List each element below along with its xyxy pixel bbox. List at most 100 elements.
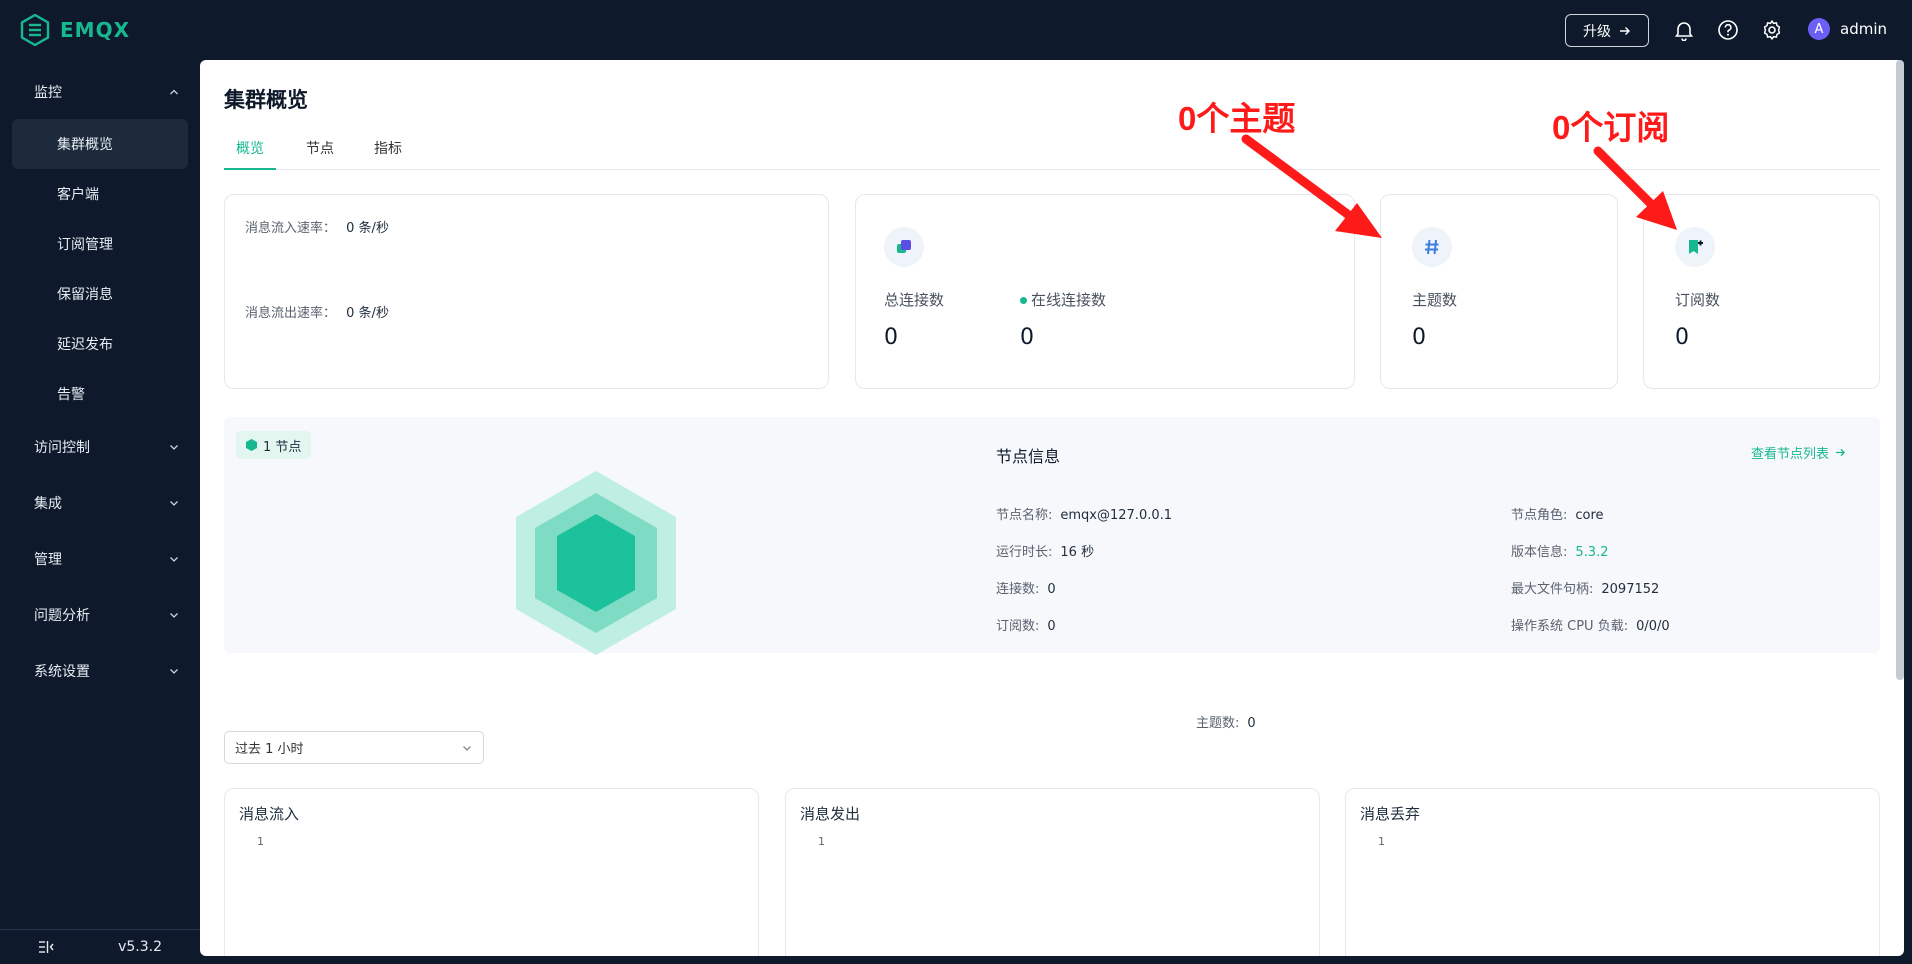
node-role-label: 节点角色: [1511, 508, 1568, 523]
nav-group-label: 系统设置 [34, 664, 90, 680]
emqx-logo-icon [20, 14, 50, 46]
sidebar-item-label: 保留消息 [57, 287, 113, 303]
nav-group-label: 监控 [34, 85, 62, 101]
node-name-row: 节点名称: emqx@127.0.0.1 [996, 504, 1172, 523]
sidebar-item-label: 告警 [57, 387, 85, 403]
annotation-topics-text: 个主题 [1196, 99, 1296, 138]
sidebar-item-label: 集群概览 [57, 137, 113, 153]
node-count-badge[interactable]: 1 节点 [236, 431, 312, 459]
gear-icon[interactable] [1761, 19, 1783, 41]
upgrade-label: 升级 [1583, 23, 1611, 40]
node-topics-row: 主题数: 0 [1196, 712, 1256, 731]
vertical-scrollbar[interactable] [1896, 60, 1904, 680]
uptime-label: 运行时长: [996, 545, 1053, 560]
topics-card: 主题数 0 [1380, 194, 1618, 389]
node-subscriptions-value: 0 [1047, 619, 1056, 634]
sidebar-item-alarms[interactable]: 告警 [12, 369, 188, 419]
cpu-load-row: 操作系统 CPU 负载: 0/0/0 [1511, 615, 1670, 634]
collapse-sidebar-icon[interactable] [38, 940, 54, 954]
upgrade-button[interactable]: 升级 [1565, 14, 1649, 47]
rate-in-value: 0 条/秒 [346, 221, 389, 236]
node-name-value: emqx@127.0.0.1 [1060, 508, 1173, 523]
node-role-row: 节点角色: core [1511, 504, 1604, 523]
main-panel: 集群概览 概览 节点 指标 消息流入速率： 0 条/秒 消息流出速率： 0 条/… [200, 60, 1904, 956]
help-icon[interactable] [1717, 19, 1739, 41]
annotation-subscriptions-text: 个订阅 [1570, 108, 1670, 147]
logo-text: EMQX [60, 18, 130, 42]
max-fd-label: 最大文件句柄: [1511, 582, 1594, 597]
top-bar: EMQX 升级 A admin [0, 0, 1912, 60]
node-connections-label: 连接数: [996, 582, 1040, 597]
topics-value: 0 [1412, 325, 1426, 350]
online-connections-label-wrap: 在线连接数 [1020, 289, 1106, 310]
nav-group-label: 访问控制 [34, 440, 90, 456]
nav-group-monitor[interactable]: 监控 [0, 72, 200, 112]
rate-out-row: 消息流出速率： 0 条/秒 [245, 302, 389, 321]
app-logo[interactable]: EMQX [20, 14, 130, 46]
user-menu[interactable]: A admin [1808, 18, 1887, 40]
chart-y-tick: 1 [257, 835, 264, 848]
max-fd-row: 最大文件句柄: 2097152 [1511, 578, 1659, 597]
cpu-load-label: 操作系统 CPU 负载: [1511, 619, 1629, 634]
rate-in-row: 消息流入速率： 0 条/秒 [245, 217, 389, 236]
chart-messages-dropped: 消息丢弃 1 [1345, 788, 1880, 956]
chevron-down-icon [170, 613, 178, 618]
hexagon-icon [246, 439, 257, 451]
node-subscriptions-label: 订阅数: [996, 619, 1040, 634]
time-range-select[interactable]: 过去 1 小时 [224, 731, 484, 764]
version-row: 版本信息: 5.3.2 [1511, 541, 1608, 560]
sidebar-item-clients[interactable]: 客户端 [12, 169, 188, 219]
tab-label: 指标 [374, 141, 402, 157]
bell-icon[interactable] [1673, 19, 1695, 41]
annotation-subscriptions: 0个订阅 [1552, 101, 1669, 149]
sidebar-item-retained[interactable]: 保留消息 [12, 269, 188, 319]
page-title: 集群概览 [224, 88, 308, 112]
annotation-topics: 0个主题 [1178, 92, 1295, 140]
rate-in-label: 消息流入速率： [245, 221, 337, 236]
nav-group-diagnose[interactable]: 问题分析 [0, 595, 200, 635]
bookmark-plus-icon [1675, 227, 1715, 267]
chart-y-tick: 1 [1378, 835, 1385, 848]
connections-icon [884, 227, 924, 267]
view-node-list-link[interactable]: 查看节点列表 [1751, 443, 1846, 462]
nav-group-label: 问题分析 [34, 608, 90, 624]
node-subscriptions-row: 订阅数: 0 [996, 615, 1056, 634]
uptime-row: 运行时长: 16 秒 [996, 541, 1094, 560]
node-hexagon-graphic[interactable] [514, 469, 678, 657]
tab-metrics[interactable]: 指标 [368, 138, 408, 170]
message-rate-card: 消息流入速率： 0 条/秒 消息流出速率： 0 条/秒 [224, 194, 829, 389]
subscriptions-label: 订阅数 [1675, 291, 1721, 309]
nav-group-label: 管理 [34, 552, 62, 568]
sidebar-item-label: 延迟发布 [57, 337, 113, 353]
sidebar-footer: v5.3.2 [0, 929, 200, 964]
online-status-dot [1020, 297, 1027, 304]
chevron-down-icon [170, 445, 178, 450]
node-count-label: 1 节点 [263, 439, 302, 455]
nav-group-integration[interactable]: 集成 [0, 483, 200, 523]
node-topics-label: 主题数: [1196, 716, 1240, 731]
chart-y-tick: 1 [818, 835, 825, 848]
cpu-load-value: 0/0/0 [1636, 619, 1670, 634]
tab-overview[interactable]: 概览 [224, 138, 276, 170]
avatar: A [1808, 18, 1830, 40]
sidebar-item-subscriptions[interactable]: 订阅管理 [12, 219, 188, 269]
sidebar-item-delayed[interactable]: 延迟发布 [12, 319, 188, 369]
annotation-subscriptions-number: 0 [1552, 109, 1571, 146]
chevron-down-icon [170, 557, 178, 562]
view-node-list-label: 查看节点列表 [1751, 447, 1830, 462]
nav-group-system-settings[interactable]: 系统设置 [0, 651, 200, 691]
rate-out-label: 消息流出速率： [245, 306, 337, 321]
online-connections-label: 在线连接数 [1031, 291, 1107, 309]
chevron-down-icon [170, 669, 178, 674]
tab-nodes[interactable]: 节点 [300, 138, 340, 170]
arrow-right-icon [1835, 448, 1846, 457]
nav-group-management[interactable]: 管理 [0, 539, 200, 579]
tab-label: 节点 [306, 141, 334, 157]
chevron-up-icon [170, 89, 178, 95]
sidebar-item-cluster-overview[interactable]: 集群概览 [12, 119, 188, 169]
node-topics-value: 0 [1247, 716, 1256, 731]
hash-icon [1412, 227, 1452, 267]
node-role-value: core [1575, 508, 1604, 523]
nav-group-access-control[interactable]: 访问控制 [0, 427, 200, 467]
total-connections-label: 总连接数 [884, 291, 945, 309]
